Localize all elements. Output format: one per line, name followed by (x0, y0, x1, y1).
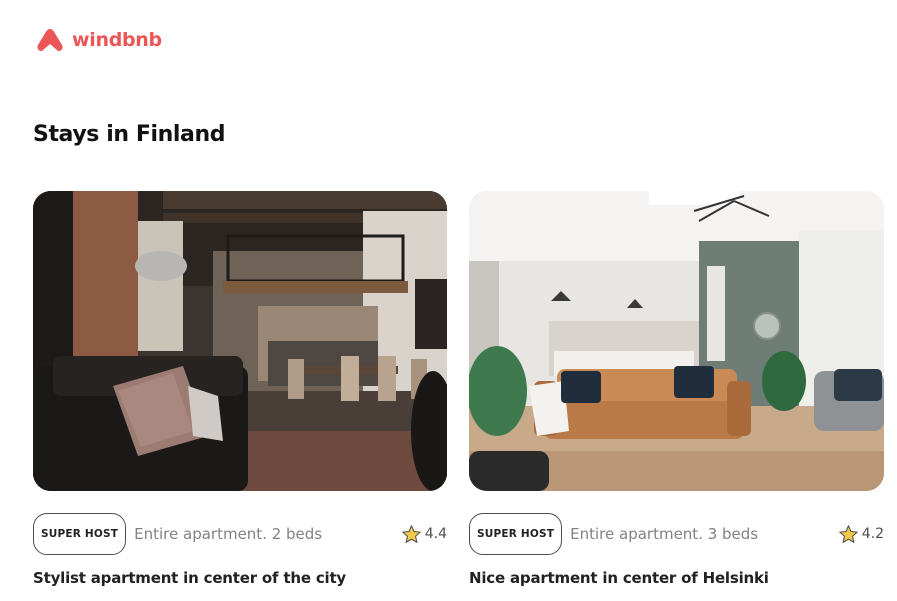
star-icon (401, 524, 421, 543)
stay-photo-loft[interactable] (33, 191, 447, 491)
stay-photo-living-room[interactable] (469, 191, 884, 491)
windbnb-logo-icon (37, 29, 63, 51)
stay-title[interactable]: Stylist apartment in center of the city (33, 569, 447, 587)
stay-meta: SUPER HOST Entire apartment. 2 beds 4.4 (33, 513, 447, 555)
superhost-badge: SUPER HOST (33, 513, 127, 555)
stay-card[interactable]: SUPER HOST Entire apartment. 3 beds 4.2 … (469, 191, 884, 587)
superhost-badge: SUPER HOST (469, 513, 563, 555)
stay-card[interactable]: SUPER HOST Entire apartment. 2 beds 4.4 … (33, 191, 447, 587)
page-title: Stays in Finland (33, 122, 226, 147)
stay-type: Entire apartment. 2 beds (134, 525, 323, 543)
rating-value: 4.2 (861, 526, 884, 542)
stay-rating: 4.4 (401, 524, 447, 545)
star-icon (838, 524, 858, 543)
stay-title[interactable]: Nice apartment in center of Helsinki (469, 569, 884, 587)
stay-meta: SUPER HOST Entire apartment. 3 beds 4.2 (469, 513, 884, 555)
rating-value: 4.4 (424, 526, 447, 542)
stay-rating: 4.2 (838, 524, 884, 545)
brand-name: windbnb (72, 29, 162, 51)
brand-logo[interactable]: windbnb (36, 28, 162, 52)
stay-type: Entire apartment. 3 beds (570, 525, 759, 543)
